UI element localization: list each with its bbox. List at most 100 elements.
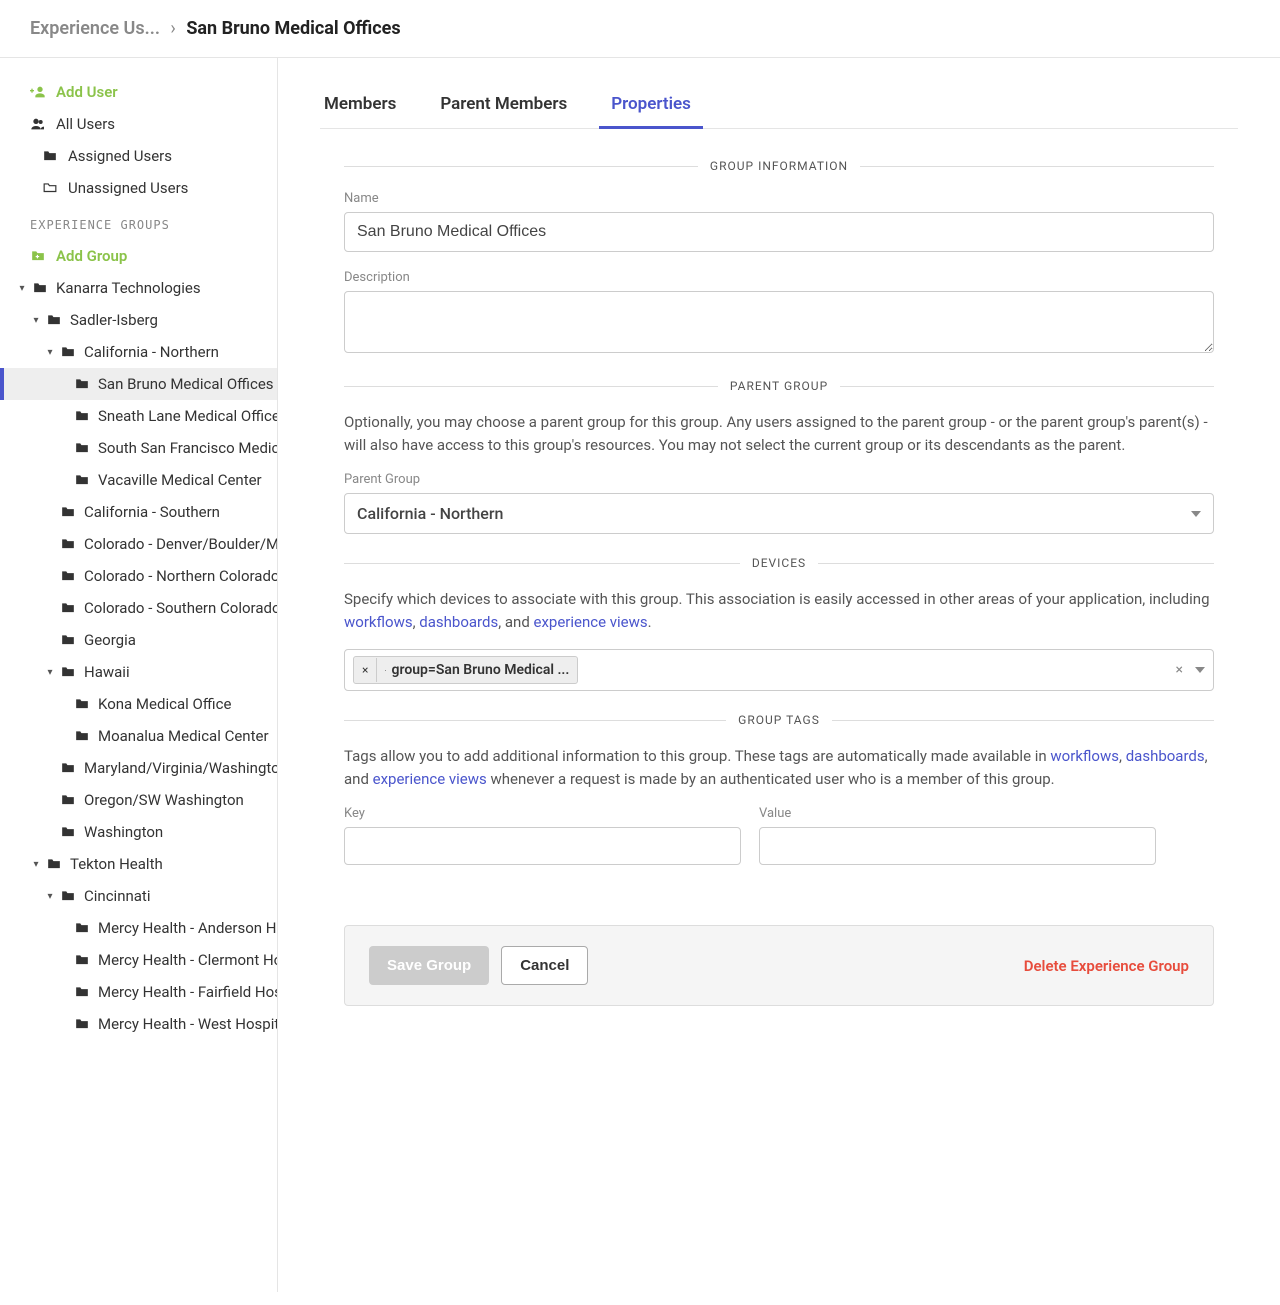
workflows-link[interactable]: workflows <box>1050 747 1119 765</box>
folder-icon <box>74 409 92 423</box>
folder-outline-icon <box>42 181 60 195</box>
tag-icon <box>385 664 386 677</box>
tree-label: Vacaville Medical Center <box>98 471 262 489</box>
folder-icon <box>60 601 78 615</box>
clear-all-icon[interactable]: × <box>1176 662 1183 678</box>
add-user-label: Add User <box>56 83 118 101</box>
caret-down-icon[interactable]: ▾ <box>44 347 56 358</box>
tree-item-ssf[interactable]: South San Francisco Medical Offices <box>0 432 277 464</box>
tree-item-mercy-clermont[interactable]: Mercy Health - Clermont Hospital <box>0 944 277 976</box>
tree-label: California - Northern <box>84 343 219 361</box>
folder-icon <box>60 505 78 519</box>
all-users-link[interactable]: All Users <box>0 108 277 140</box>
tree-label: Moanalua Medical Center <box>98 727 269 745</box>
save-button[interactable]: Save Group <box>369 946 489 985</box>
folder-icon <box>74 1017 92 1031</box>
sidebar: Add User All Users Assigned Users Unassi… <box>0 58 278 1292</box>
tree-item-co-south[interactable]: Colorado - Southern Colorado <box>0 592 277 624</box>
name-input[interactable] <box>344 212 1214 252</box>
tree-label: South San Francisco Medical Offices <box>98 439 277 457</box>
device-chip: × group=San Bruno Medical ... <box>353 656 578 684</box>
unassigned-users-link[interactable]: Unassigned Users <box>0 172 277 204</box>
caret-down-icon[interactable]: ▾ <box>16 283 28 294</box>
folder-icon <box>60 793 78 807</box>
tree-item-kona[interactable]: Kona Medical Office <box>0 688 277 720</box>
folder-icon <box>60 889 78 903</box>
chip-remove-icon[interactable]: × <box>354 658 377 682</box>
caret-down-icon[interactable]: ▾ <box>44 891 56 902</box>
section-group-tags: GROUP TAGS <box>344 713 1214 727</box>
cancel-button[interactable]: Cancel <box>501 946 588 985</box>
tab-members[interactable]: Members <box>320 86 400 128</box>
page-header: Experience Us... › San Bruno Medical Off… <box>0 0 1280 58</box>
dashboards-link[interactable]: dashboards <box>419 613 498 631</box>
tree-item-cincinnati[interactable]: ▾Cincinnati <box>0 880 277 912</box>
description-input[interactable] <box>344 291 1214 353</box>
tree-label: Mercy Health - Anderson Hospital <box>98 919 277 937</box>
tree-item-cal-south[interactable]: California - Southern <box>0 496 277 528</box>
tree-label: San Bruno Medical Offices <box>98 375 274 393</box>
tag-value-label: Value <box>759 806 1156 821</box>
experience-views-link[interactable]: experience views <box>373 770 487 788</box>
tree-item-sneath[interactable]: Sneath Lane Medical Offices <box>0 400 277 432</box>
tab-properties[interactable]: Properties <box>607 86 695 128</box>
tag-value-input[interactable] <box>759 827 1156 865</box>
caret-down-icon[interactable]: ▾ <box>30 859 42 870</box>
tree-label: Sneath Lane Medical Offices <box>98 407 277 425</box>
caret-down-icon[interactable]: ▾ <box>30 315 42 326</box>
tree-item-sadler[interactable]: ▾Sadler-Isberg <box>0 304 277 336</box>
tree-item-cal-north[interactable]: ▾ California - Northern <box>0 336 277 368</box>
tree-item-moanalua[interactable]: Moanalua Medical Center <box>0 720 277 752</box>
tree-item-mercy-anderson[interactable]: Mercy Health - Anderson Hospital <box>0 912 277 944</box>
tree-item-san-bruno[interactable]: San Bruno Medical Offices <box>0 368 277 400</box>
add-folder-icon <box>30 249 48 263</box>
tree-item-co-north[interactable]: Colorado - Northern Colorado <box>0 560 277 592</box>
experience-views-link[interactable]: experience views <box>534 613 648 631</box>
add-group-label: Add Group <box>56 247 127 265</box>
tree-label: Colorado - Southern Colorado <box>84 599 277 617</box>
add-user-button[interactable]: Add User <box>0 76 277 108</box>
tag-key-input[interactable] <box>344 827 741 865</box>
caret-down-icon[interactable]: ▾ <box>44 667 56 678</box>
tree-item-oregon[interactable]: Oregon/SW Washington <box>0 784 277 816</box>
tree-item-vacaville[interactable]: Vacaville Medical Center <box>0 464 277 496</box>
add-group-button[interactable]: Add Group <box>0 240 277 272</box>
all-users-label: All Users <box>56 115 115 133</box>
chevron-down-icon <box>1191 511 1201 517</box>
tree-label: Kanarra Technologies <box>56 279 201 297</box>
tree-item-hawaii[interactable]: ▾Hawaii <box>0 656 277 688</box>
folder-icon <box>74 697 92 711</box>
tree-item-washington[interactable]: Washington <box>0 816 277 848</box>
workflows-link[interactable]: workflows <box>344 613 413 631</box>
tree-item-georgia[interactable]: Georgia <box>0 624 277 656</box>
folder-icon <box>60 569 78 583</box>
assigned-users-label: Assigned Users <box>68 147 172 165</box>
main-content: Members Parent Members Properties GROUP … <box>278 58 1280 1292</box>
folder-icon <box>32 281 50 295</box>
parent-group-select[interactable]: California - Northern <box>344 493 1214 534</box>
unassigned-users-label: Unassigned Users <box>68 179 188 197</box>
assigned-users-link[interactable]: Assigned Users <box>0 140 277 172</box>
tree-label: Mercy Health - West Hospital <box>98 1015 277 1033</box>
folder-icon <box>60 825 78 839</box>
add-user-icon <box>30 84 48 100</box>
folder-icon <box>74 729 92 743</box>
tree-item-co-denver[interactable]: Colorado - Denver/Boulder/Mountain <box>0 528 277 560</box>
tree-item-mercy-fairfield[interactable]: Mercy Health - Fairfield Hospital <box>0 976 277 1008</box>
tree-label: Colorado - Northern Colorado <box>84 567 277 585</box>
breadcrumb-current: San Bruno Medical Offices <box>186 18 400 39</box>
tree-item-kanarra[interactable]: ▾ Kanarra Technologies <box>0 272 277 304</box>
dashboards-link[interactable]: dashboards <box>1126 747 1205 765</box>
tag-key-label: Key <box>344 806 741 821</box>
breadcrumb-parent[interactable]: Experience Us... <box>30 18 160 39</box>
tab-parent-members[interactable]: Parent Members <box>436 86 571 128</box>
tree-item-mercy-west[interactable]: Mercy Health - West Hospital <box>0 1008 277 1040</box>
tree-item-tekton[interactable]: ▾Tekton Health <box>0 848 277 880</box>
devices-select[interactable]: × group=San Bruno Medical ... × <box>344 649 1214 691</box>
tree-item-mvw[interactable]: Maryland/Virginia/Washington <box>0 752 277 784</box>
tags-description: Tags allow you to add additional informa… <box>344 745 1214 790</box>
delete-group-link[interactable]: Delete Experience Group <box>1024 957 1189 975</box>
section-group-info: GROUP INFORMATION <box>344 159 1214 173</box>
tree-label: Colorado - Denver/Boulder/Mountain <box>84 535 277 553</box>
folder-icon <box>74 985 92 999</box>
